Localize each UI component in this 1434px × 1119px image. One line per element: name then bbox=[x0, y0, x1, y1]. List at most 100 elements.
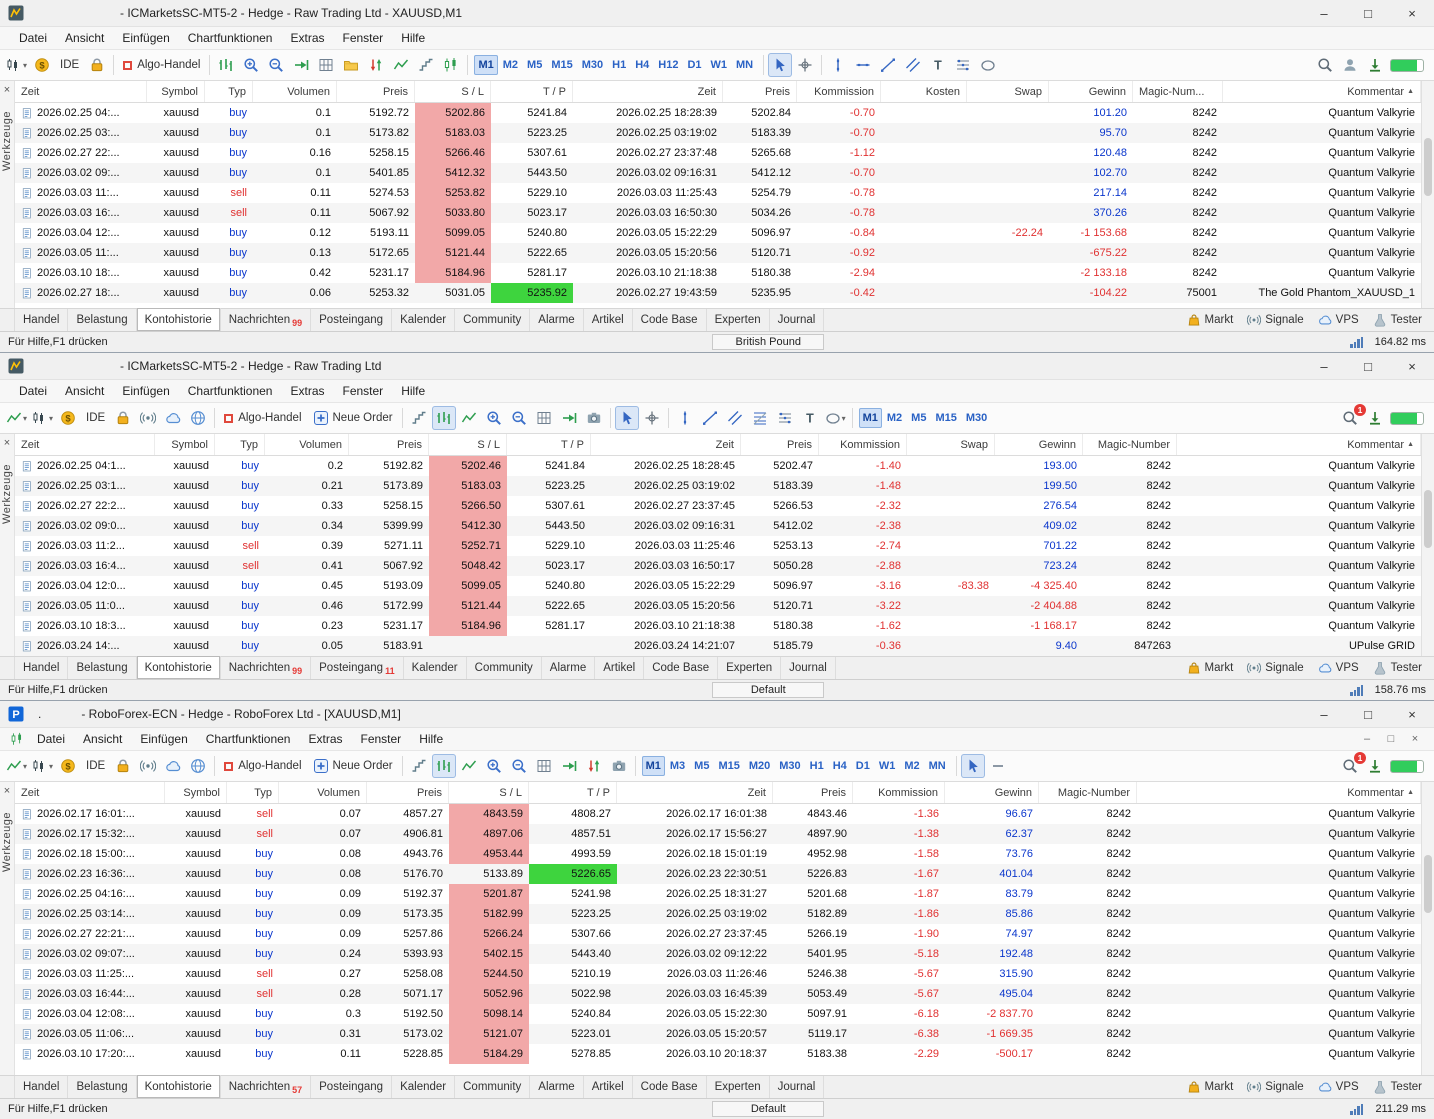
column-header-kommentar[interactable]: Kommentar ▲ bbox=[1137, 782, 1421, 803]
panel-signale[interactable]: Signale bbox=[1241, 313, 1309, 327]
tab-experten[interactable]: Experten bbox=[718, 657, 782, 679]
step-chart-button[interactable] bbox=[414, 53, 438, 77]
close-button[interactable]: × bbox=[1390, 701, 1434, 727]
maximize-button[interactable]: □ bbox=[1346, 0, 1390, 26]
table-row[interactable]: 2026.03.04 12:0... xauusd buy 0.45 5193.09 50… bbox=[15, 576, 1421, 596]
tab-alarme[interactable]: Alarme bbox=[530, 309, 584, 331]
camera-button[interactable] bbox=[582, 406, 606, 430]
menu-item-extras[interactable]: Extras bbox=[281, 27, 333, 49]
tab-alarme[interactable]: Alarme bbox=[542, 657, 596, 679]
table-row[interactable]: 2026.03.03 11:25:... xauusd sell 0.27 5258.0… bbox=[15, 964, 1421, 984]
crosshair-button[interactable] bbox=[640, 406, 664, 430]
column-header-zeit[interactable]: Zeit bbox=[617, 782, 773, 803]
column-header-gewinn[interactable]: Gewinn bbox=[995, 434, 1083, 455]
panel-tester[interactable]: Tester bbox=[1367, 1080, 1428, 1094]
timeframe-button-m2[interactable]: M2 bbox=[499, 55, 522, 75]
table-row[interactable]: 2026.03.03 11:2... xauusd sell 0.39 5271.11 5… bbox=[15, 536, 1421, 556]
scrollbar-thumb[interactable] bbox=[1424, 137, 1432, 196]
timeframe-button-m1[interactable]: M1 bbox=[641, 756, 665, 776]
timeframe-button-m30[interactable]: M30 bbox=[775, 756, 804, 776]
search-button[interactable] bbox=[1313, 53, 1337, 77]
chart-shift-button[interactable] bbox=[557, 406, 581, 430]
column-header-gewinn[interactable]: Gewinn bbox=[1049, 81, 1133, 102]
zoom-out-button[interactable] bbox=[507, 754, 531, 778]
bars-button[interactable] bbox=[214, 53, 238, 77]
menu-item-extras[interactable]: Extras bbox=[299, 728, 351, 750]
column-header-s-l[interactable]: S / L bbox=[449, 782, 529, 803]
table-row[interactable]: 2026.02.25 03:14:... xauusd buy 0.09 5173.35… bbox=[15, 904, 1421, 924]
scrollbar-thumb[interactable] bbox=[1424, 489, 1432, 548]
timeframe-button-m3[interactable]: M3 bbox=[666, 756, 689, 776]
timeframe-button-m5[interactable]: M5 bbox=[907, 408, 930, 428]
panel-vps[interactable]: VPS bbox=[1312, 313, 1365, 327]
table-row[interactable]: 2026.02.25 03:... xauusd buy 0.1 5173.82 5183… bbox=[15, 123, 1421, 143]
toolbox-side-tab-werkzeuge[interactable]: Werkzeuge bbox=[1, 812, 13, 872]
ide-button[interactable]: IDE bbox=[55, 53, 84, 77]
dollar-button[interactable]: $ bbox=[56, 754, 80, 778]
maximize-button[interactable]: □ bbox=[1346, 353, 1390, 379]
folder-button[interactable] bbox=[339, 53, 363, 77]
timeframe-button-d1[interactable]: D1 bbox=[683, 55, 705, 75]
column-header-zeit[interactable]: Zeit bbox=[15, 782, 165, 803]
download-button[interactable] bbox=[1363, 406, 1387, 430]
timeframe-button-m1[interactable]: M1 bbox=[858, 408, 882, 428]
column-header-magic-number[interactable]: Magic-Number bbox=[1083, 434, 1177, 455]
menu-item-chartfunktionen[interactable]: Chartfunktionen bbox=[179, 380, 282, 402]
tab-artikel[interactable]: Artikel bbox=[584, 309, 633, 331]
chart-shift-button[interactable] bbox=[289, 53, 313, 77]
column-header-preis[interactable]: Preis bbox=[773, 782, 853, 803]
table-row[interactable]: 2026.02.23 16:36:... xauusd buy 0.08 5176.70… bbox=[15, 864, 1421, 884]
tab-code-base[interactable]: Code Base bbox=[644, 657, 719, 679]
menu-item-chartfunktionen[interactable]: Chartfunktionen bbox=[179, 27, 282, 49]
table-scrollbar[interactable] bbox=[1421, 81, 1434, 308]
timeframe-button-h4[interactable]: H4 bbox=[631, 55, 653, 75]
timeframe-button-m2[interactable]: M2 bbox=[883, 408, 906, 428]
panel-signale[interactable]: Signale bbox=[1241, 1080, 1309, 1094]
tab-belastung[interactable]: Belastung bbox=[68, 1076, 137, 1098]
table-row[interactable]: 2026.03.03 16:4... xauusd sell 0.41 5067.92 5… bbox=[15, 556, 1421, 576]
minus-small-button[interactable] bbox=[986, 754, 1010, 778]
column-header-kosten[interactable]: Kosten bbox=[881, 81, 967, 102]
download-button[interactable] bbox=[1363, 754, 1387, 778]
tab-artikel[interactable]: Artikel bbox=[584, 1076, 633, 1098]
line-chart-button[interactable] bbox=[389, 53, 413, 77]
levels-button[interactable] bbox=[951, 53, 975, 77]
column-header-typ[interactable]: Typ bbox=[205, 81, 253, 102]
menu-item-datei[interactable]: Datei bbox=[10, 27, 56, 49]
camera-button[interactable] bbox=[607, 754, 631, 778]
table-row[interactable]: 2026.03.10 18:... xauusd buy 0.42 5231.17 518… bbox=[15, 263, 1421, 283]
menu-item-hilfe[interactable]: Hilfe bbox=[392, 27, 434, 49]
vline-button[interactable] bbox=[826, 53, 850, 77]
arrows-updown-button[interactable] bbox=[364, 53, 388, 77]
column-header-swap[interactable]: Swap bbox=[967, 81, 1049, 102]
bars-button[interactable] bbox=[431, 754, 456, 778]
chart-type-button[interactable]: ▾ bbox=[4, 53, 29, 77]
toolbox-close-button[interactable]: × bbox=[4, 436, 10, 450]
maximize-child-button[interactable]: □ bbox=[1382, 733, 1400, 745]
shapes-button[interactable]: ▾ bbox=[823, 406, 848, 430]
table-row[interactable]: 2026.03.10 18:3... xauusd buy 0.23 5231.17 51… bbox=[15, 616, 1421, 636]
levels-button[interactable] bbox=[773, 406, 797, 430]
toolbox-side-tab-werkzeuge[interactable]: Werkzeuge bbox=[1, 464, 13, 524]
timeframe-button-mn[interactable]: MN bbox=[925, 756, 950, 776]
menu-item-einf-gen[interactable]: Einfügen bbox=[131, 728, 196, 750]
algo-handel-button[interactable]: Algo-Handel bbox=[219, 406, 306, 430]
close-button[interactable]: × bbox=[1390, 353, 1434, 379]
step-chart-button[interactable] bbox=[407, 406, 431, 430]
menu-item-datei[interactable]: Datei bbox=[10, 380, 56, 402]
column-header-s-l[interactable]: S / L bbox=[429, 434, 507, 455]
close-child-button[interactable]: × bbox=[1406, 733, 1424, 745]
panel-vps[interactable]: VPS bbox=[1312, 661, 1365, 675]
column-header-magic-number[interactable]: Magic-Number bbox=[1039, 782, 1137, 803]
timeframe-button-w1[interactable]: W1 bbox=[875, 756, 900, 776]
timeframe-button-m5[interactable]: M5 bbox=[523, 55, 546, 75]
trendline-button[interactable] bbox=[876, 53, 900, 77]
timeframe-button-m1[interactable]: M1 bbox=[474, 55, 498, 75]
table-scrollbar[interactable] bbox=[1421, 434, 1434, 656]
menu-item-ansicht[interactable]: Ansicht bbox=[56, 380, 113, 402]
zoom-in-button[interactable] bbox=[482, 406, 506, 430]
cursor-button[interactable] bbox=[960, 754, 985, 778]
minimize-button[interactable]: – bbox=[1302, 353, 1346, 379]
table-row[interactable]: 2026.03.02 09:07:... xauusd buy 0.24 5393.93… bbox=[15, 944, 1421, 964]
menu-item-chartfunktionen[interactable]: Chartfunktionen bbox=[197, 728, 300, 750]
